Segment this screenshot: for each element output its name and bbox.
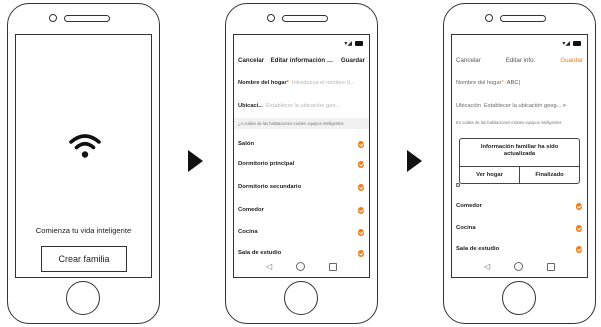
system-nav-bar: ◁ (234, 262, 369, 271)
room-item[interactable]: Cocina (456, 225, 582, 232)
location-field[interactable]: Ubicaci... Establecer la ubicación geo..… (238, 103, 365, 109)
arrow-right-icon (407, 150, 422, 172)
create-family-button[interactable]: Crear familia (41, 246, 127, 272)
header: Cancelar Editar info. Guardar (456, 57, 583, 64)
room-label: Sala de estudio (238, 250, 282, 257)
room-label: Dormitorio secundario (238, 184, 302, 191)
rooms-hint: ¿A cuáles de las habitaciones existen eq… (234, 118, 369, 129)
room-label: D (456, 183, 461, 189)
phone-edit-info: ▾◢ Cancelar Editar información d... Guar… (225, 3, 378, 324)
update-dialog: Información familiar ha sido actualizada… (459, 138, 580, 184)
check-icon[interactable] (357, 229, 364, 236)
save-button[interactable]: Guardar (341, 57, 365, 64)
rooms-hint: En cuáles de las habitaciones existen eq… (452, 117, 587, 128)
signal-icon: ▾◢ (562, 41, 570, 47)
camera-dot (485, 14, 493, 22)
check-icon[interactable] (357, 250, 364, 257)
room-label: Cocina (456, 225, 476, 232)
nav-recents-icon[interactable] (547, 262, 555, 271)
phone-updated: ▾◢ Cancelar Editar info. Guardar Nombre … (443, 3, 596, 324)
room-item[interactable]: Dormitorio principal (238, 161, 364, 168)
home-name-field[interactable]: Nombre del hogar* ABC| (456, 80, 583, 86)
room-label: Dormitorio principal (238, 161, 295, 168)
room-item[interactable]: Dormitorio secundario (238, 184, 364, 191)
location-field[interactable]: Ubicación Establecer la ubicación geog..… (456, 103, 583, 109)
cancel-button[interactable]: Cancelar (238, 57, 264, 64)
edit-info-screen: ▾◢ Cancelar Editar información d... Guar… (233, 34, 370, 278)
phone-welcome: Comienza tu vida inteligente Crear famil… (7, 3, 160, 324)
tagline: Comienza tu vida inteligente (35, 226, 132, 235)
welcome-screen: Comienza tu vida inteligente Crear famil… (15, 34, 152, 278)
chevron-right-icon: > (562, 103, 566, 109)
nav-home-icon[interactable] (514, 262, 524, 271)
required-mark: * (501, 80, 504, 86)
check-icon[interactable] (575, 246, 582, 253)
speaker-slot (64, 15, 110, 22)
check-icon[interactable] (575, 203, 582, 210)
home-name-label: Nombre del hogar (456, 80, 502, 86)
location-label: Ubicaci... (238, 103, 263, 109)
signal-icon: ▾◢ (344, 41, 352, 47)
room-item[interactable]: Sala de estudio (456, 246, 582, 253)
page-title: Editar información d... (270, 57, 335, 64)
speaker-slot (500, 15, 546, 22)
room-label: Comedor (238, 207, 264, 214)
finish-button[interactable]: Finalizado (519, 167, 579, 183)
home-button[interactable] (284, 281, 318, 315)
room-label: Sala de estudio (456, 246, 500, 253)
home-name-input[interactable]: Introduzca el nombre d... (292, 80, 355, 86)
dialog-message: Información familiar ha sido actualizada (480, 144, 559, 157)
updated-screen: ▾◢ Cancelar Editar info. Guardar Nombre … (451, 34, 588, 278)
nav-back-icon[interactable]: ◁ (266, 262, 272, 271)
view-home-button[interactable]: Ver hogar (460, 167, 519, 183)
camera-dot (49, 14, 57, 22)
arrow-right-icon (188, 150, 203, 172)
location-input[interactable]: Establecer la ubicación geog... (484, 103, 561, 109)
cancel-button[interactable]: Cancelar (456, 57, 481, 64)
page-title: Editar info. (505, 57, 536, 64)
check-icon[interactable] (575, 225, 582, 232)
home-button[interactable] (502, 281, 536, 315)
dialog-actions: Ver hogar Finalizado (460, 166, 579, 183)
speaker-slot (282, 15, 328, 22)
wifi-icon (69, 134, 101, 158)
home-button[interactable] (66, 281, 100, 315)
home-name-label: Nombre del hogar (238, 80, 287, 86)
required-mark: * (286, 80, 289, 86)
nav-back-icon[interactable]: ◁ (484, 262, 490, 271)
battery-icon (573, 41, 581, 46)
battery-icon (355, 41, 363, 46)
home-name-field[interactable]: Nombre del hogar* Introduzca el nombre d… (238, 80, 365, 86)
check-icon[interactable] (357, 161, 364, 168)
home-name-input[interactable]: ABC| (507, 80, 520, 86)
room-item[interactable]: Cocina (238, 229, 364, 236)
room-label: Salón (238, 141, 255, 148)
room-item[interactable]: Comedor (456, 203, 582, 210)
room-item[interactable]: Sala de estudio (238, 250, 364, 257)
status-bar: ▾◢ (344, 40, 363, 47)
room-label: Comedor (456, 203, 482, 210)
room-label: Cocina (238, 229, 258, 236)
room-item[interactable]: Salón (238, 141, 364, 148)
status-bar: ▾◢ (562, 40, 581, 47)
system-nav-bar: ◁ (452, 262, 587, 271)
room-item[interactable]: Comedor (238, 207, 364, 214)
camera-dot (267, 14, 275, 22)
check-icon[interactable] (357, 207, 364, 214)
check-icon[interactable] (357, 141, 364, 148)
location-input[interactable]: Establecer la ubicación geo... (266, 103, 340, 109)
check-icon[interactable] (357, 184, 364, 191)
save-button[interactable]: Guardar (560, 57, 583, 64)
location-label: Ubicación (456, 103, 481, 109)
header: Cancelar Editar información d... Guardar (238, 57, 365, 64)
nav-home-icon[interactable] (296, 262, 306, 271)
nav-recents-icon[interactable] (329, 262, 337, 271)
